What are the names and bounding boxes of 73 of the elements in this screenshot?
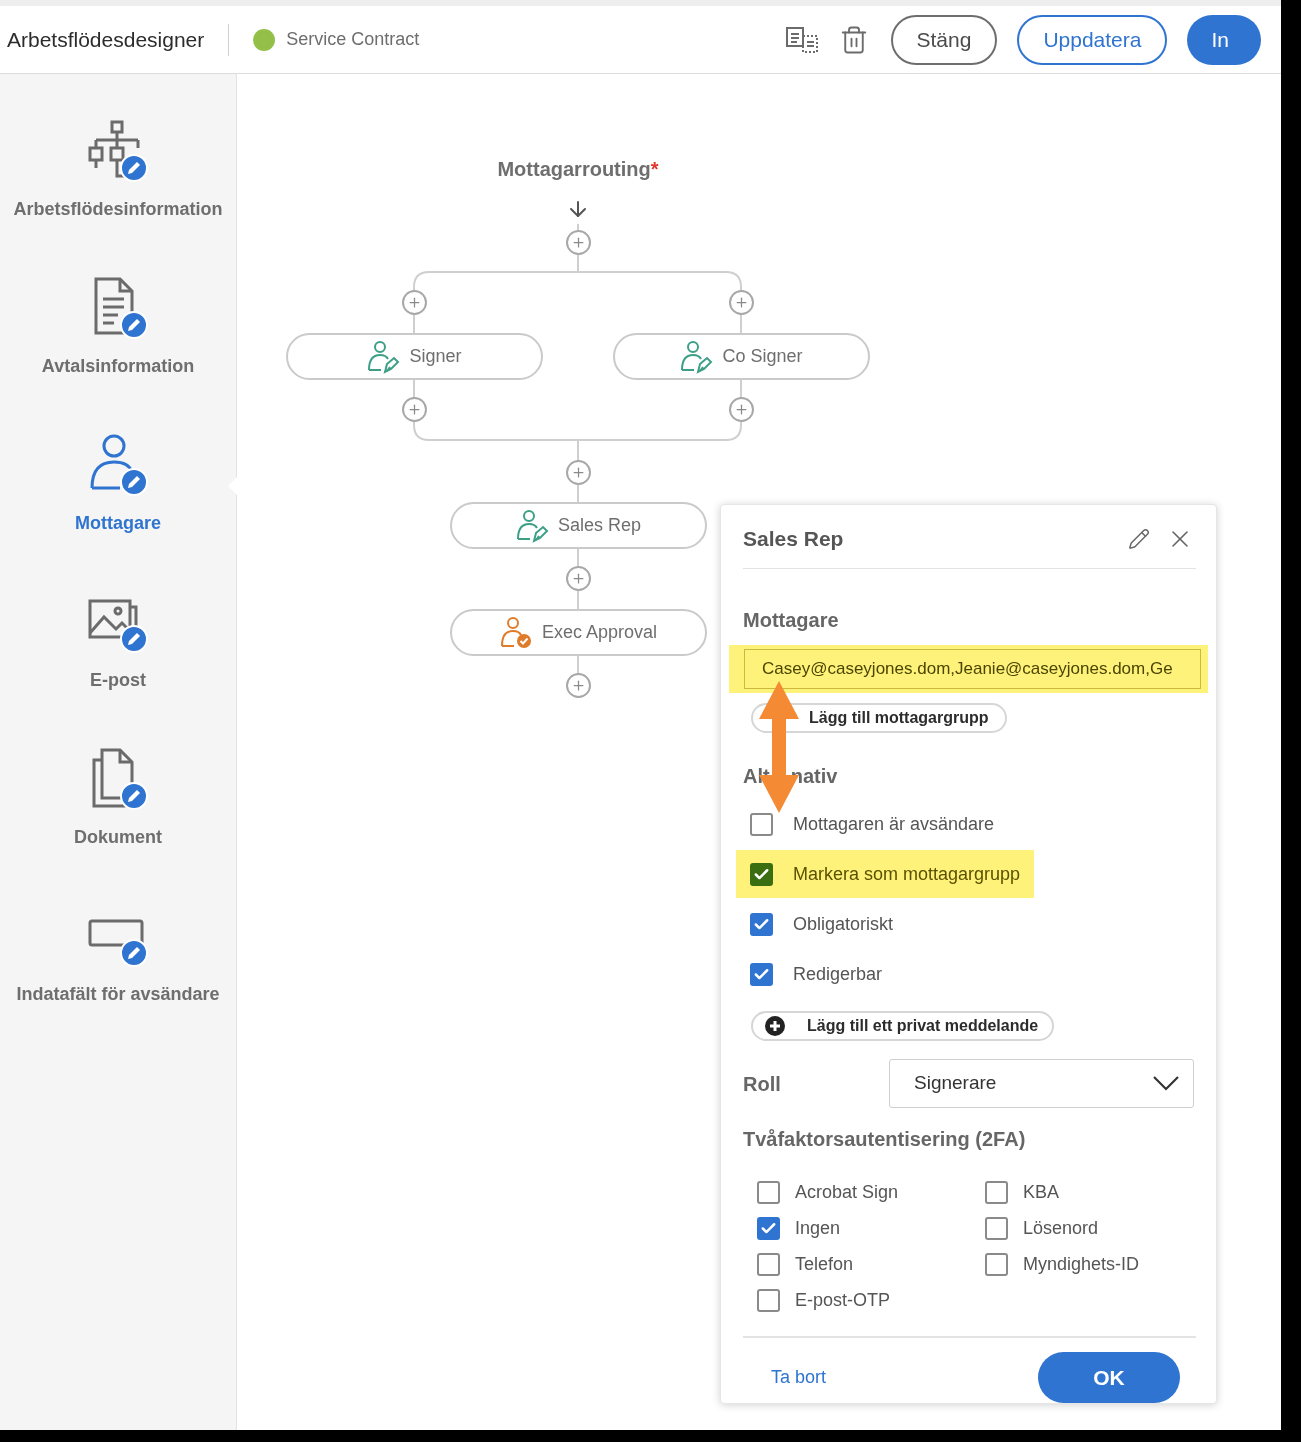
routing-title: Mottagarrouting* [497,157,659,182]
panel-title: Sales Rep [743,526,845,552]
option-row[interactable]: Mottagaren är avsändare [736,800,1009,849]
sidebar-item[interactable]: E-post [0,589,236,721]
section-heading: Tvåfaktorsautentisering (2FA) [743,1127,1027,1153]
sidebar-item[interactable]: Mottagare [0,432,236,564]
user-pen-icon [515,508,550,543]
option-label: Lösenord [1023,1216,1099,1240]
plus-icon [734,295,749,310]
option-label: Myndighets-ID [1023,1252,1140,1276]
option-row[interactable]: Markera som mottagargrupp [736,850,1035,899]
checkbox[interactable] [750,912,773,936]
user-check-icon [499,615,534,650]
sidebar-item[interactable]: Arbetsflödesinformation [0,118,236,250]
delete-link[interactable]: Ta bort [771,1364,1038,1391]
add-step-button[interactable] [729,290,754,315]
org-chart-icon [86,118,150,182]
add-step-button[interactable] [402,290,427,315]
header-button[interactable]: In [1187,14,1261,65]
user-pen-icon [367,339,402,374]
add-step-button[interactable] [566,230,591,255]
role-select[interactable]: Signerare [889,1059,1194,1109]
role-label: Roll [743,1071,782,1097]
checkbox[interactable] [757,1216,780,1240]
add-group-button[interactable]: Lägg till mottagargrupp [751,703,1007,734]
checkbox[interactable] [750,812,773,836]
add-step-button[interactable] [566,460,591,485]
plus-icon [571,465,586,480]
recipient-node[interactable]: Signer [286,333,543,380]
option-row[interactable]: Obligatoriskt [736,900,908,949]
private-message-button[interactable]: Lägg till ett privat meddelande [751,1011,1055,1042]
sidebar-item[interactable]: Indatafält för avsändare [0,903,236,1035]
option-row[interactable]: Redigerbar [736,950,897,999]
recipient-node[interactable]: Sales Rep [450,502,707,549]
plus-icon [571,235,586,250]
option-label: E-post-OTP [795,1288,891,1312]
checkbox[interactable] [750,962,773,986]
checkbox[interactable] [757,1252,780,1276]
plus-icon [407,295,422,310]
plus-icon [734,402,749,417]
workflow-name: Service Contract [286,28,420,51]
section-heading: Mottagare [743,608,840,634]
plus-icon [571,678,586,693]
checkbox[interactable] [757,1180,780,1204]
edit-icon[interactable] [1128,527,1150,550]
add-step-button[interactable] [566,566,591,591]
option-label: Ingen [795,1216,841,1240]
add-step-button[interactable] [729,397,754,422]
sidebar-item[interactable]: Avtalsinformation [0,275,236,407]
chevron-down-icon [1153,1076,1179,1092]
sidebar-item[interactable]: Dokument [0,746,236,878]
header-button[interactable]: Stäng [890,14,998,65]
checkbox[interactable] [985,1180,1008,1204]
add-step-button[interactable] [402,397,427,422]
plus-icon [571,571,586,586]
checkbox[interactable] [750,862,773,886]
plus-circle-icon [765,1016,785,1037]
recipient-node[interactable]: Exec Approval [450,609,707,656]
ok-button[interactable]: OK [1038,1352,1180,1403]
checkbox[interactable] [985,1252,1008,1276]
header-button[interactable]: Uppdatera [1017,14,1168,65]
plus-icon [407,402,422,417]
recipients-field[interactable]: Casey@caseyjones.dom,Jeanie@caseyjones.dom,Ge [744,649,1201,690]
compare-icon[interactable] [784,25,819,54]
user-pen-icon [680,339,715,374]
checkbox[interactable] [985,1216,1008,1240]
option-label: Acrobat Sign [795,1180,899,1204]
option-label: Telefon [795,1252,854,1276]
add-step-button[interactable] [566,673,591,698]
app-title: Arbetsflödesdesigner [7,26,205,53]
option-label: KBA [1023,1180,1060,1204]
recipient-node[interactable]: Co Signer [613,333,870,380]
checkbox[interactable] [757,1288,780,1312]
